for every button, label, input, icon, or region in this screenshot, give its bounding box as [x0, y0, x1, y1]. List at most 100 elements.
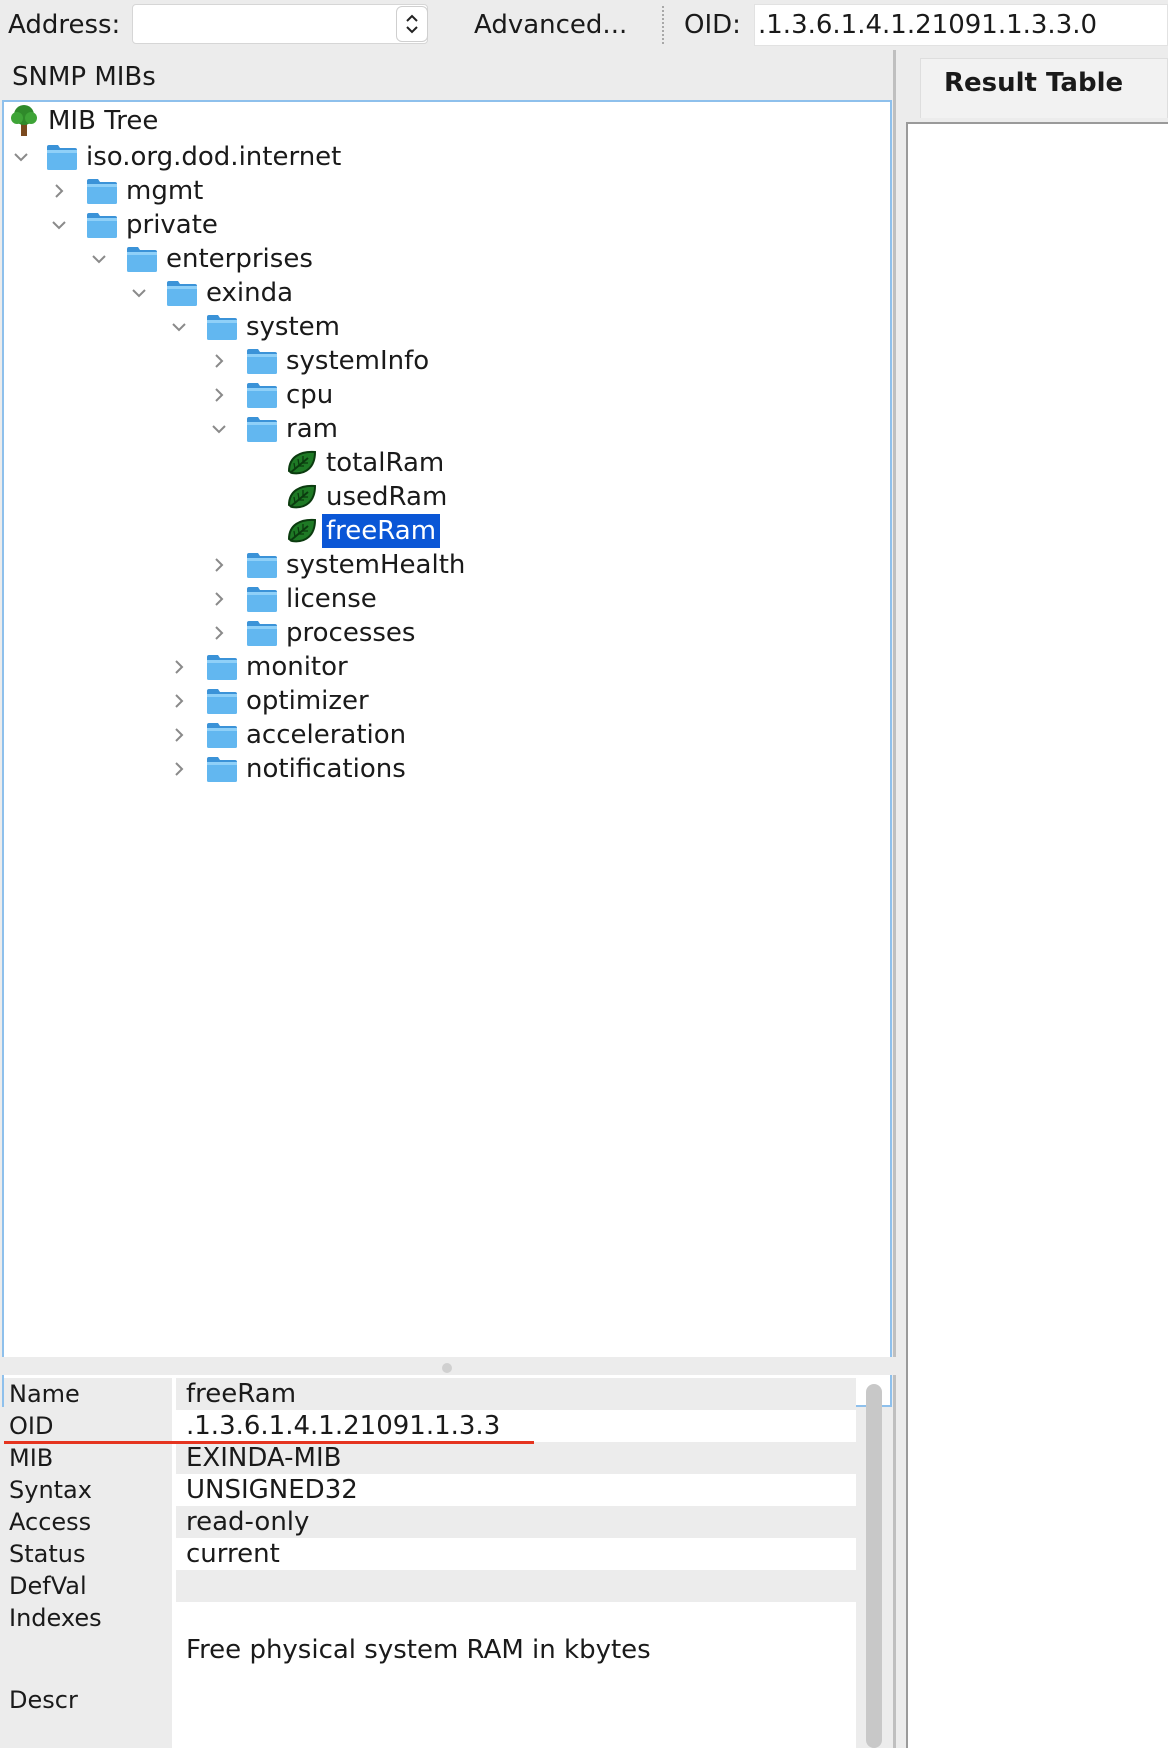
tree-node[interactable]: exinda: [166, 276, 293, 310]
tree-node[interactable]: enterprises: [126, 242, 313, 276]
chevron-right-icon[interactable]: [170, 726, 188, 744]
chevron-down-icon[interactable]: [12, 148, 30, 166]
tree-label: MIB Tree: [48, 106, 159, 136]
leaf-icon: [286, 483, 318, 511]
chevron-updown-icon: [406, 14, 418, 34]
oid-highlight-underline: [4, 1441, 534, 1444]
tree-leaf-selected[interactable]: freeRam: [286, 514, 441, 548]
properties-table: Name freeRam OID .1.3.6.1.4.1.21091.1.3.…: [4, 1378, 856, 1748]
chevron-down-icon[interactable]: [90, 250, 108, 268]
tree-label: systemHealth: [286, 550, 466, 580]
chevron-right-icon[interactable]: [210, 386, 228, 404]
property-value: .1.3.6.1.4.1.21091.1.3.3: [186, 1411, 501, 1441]
chevron-right-icon[interactable]: [170, 760, 188, 778]
property-row: Name freeRam: [4, 1378, 856, 1410]
tree-label: license: [286, 584, 377, 614]
chevron-right-icon[interactable]: [210, 556, 228, 574]
folder-icon: [246, 619, 278, 647]
toolbar-separator: [662, 6, 664, 44]
result-table-tab-label: Result Table: [944, 68, 1124, 98]
chevron-right-icon[interactable]: [170, 658, 188, 676]
property-value: read-only: [176, 1506, 856, 1538]
property-name: Syntax: [4, 1474, 174, 1506]
tree-node[interactable]: cpu: [246, 378, 333, 412]
tree-label: optimizer: [246, 686, 369, 716]
advanced-button[interactable]: Advanced...: [474, 8, 627, 42]
leaf-icon: [286, 517, 318, 545]
property-value: [176, 1570, 856, 1602]
tree-label: enterprises: [166, 244, 313, 274]
address-combobox[interactable]: [132, 4, 428, 44]
tree-node[interactable]: license: [246, 582, 377, 616]
tree-label: mgmt: [126, 176, 204, 206]
folder-icon: [246, 585, 278, 613]
tree-label: monitor: [246, 652, 348, 682]
chevron-right-icon[interactable]: [50, 182, 68, 200]
property-row: MIB EXINDA-MIB: [4, 1442, 856, 1474]
tree-label: totalRam: [326, 448, 445, 478]
property-value: Free physical system RAM in kbytes: [186, 1635, 651, 1665]
property-row: OID .1.3.6.1.4.1.21091.1.3.3: [4, 1410, 856, 1442]
folder-icon: [246, 347, 278, 375]
tree-leaf[interactable]: usedRam: [286, 480, 447, 514]
tree-label: exinda: [206, 278, 294, 308]
leaf-icon: [286, 449, 318, 477]
folder-icon: [206, 313, 238, 341]
tree-label: freeRam: [322, 514, 441, 548]
property-row: DefVal: [4, 1570, 856, 1602]
tree-node[interactable]: mgmt: [86, 174, 203, 208]
property-name: DefVal: [4, 1570, 174, 1602]
splitter-grip-icon: [442, 1363, 452, 1373]
folder-icon: [126, 245, 158, 273]
tree-label: systemInfo: [286, 346, 430, 376]
chevron-right-icon[interactable]: [210, 624, 228, 642]
chevron-right-icon[interactable]: [210, 352, 228, 370]
tree-node[interactable]: notifications: [206, 752, 406, 786]
tree-node[interactable]: ram: [246, 412, 338, 446]
oid-label: OID:: [684, 10, 741, 40]
folder-icon: [246, 551, 278, 579]
property-value: freeRam: [176, 1378, 856, 1410]
chevron-down-icon[interactable]: [130, 284, 148, 302]
chevron-right-icon[interactable]: [170, 692, 188, 710]
tree-label: usedRam: [326, 482, 448, 512]
tree-leaf[interactable]: totalRam: [286, 446, 444, 480]
pane-title: SNMP MIBs: [12, 62, 156, 92]
properties-scrollbar[interactable]: [866, 1384, 882, 1748]
tree-node[interactable]: monitor: [206, 650, 348, 684]
folder-icon: [206, 721, 238, 749]
tree-label: processes: [286, 618, 416, 648]
toolbar: Address: Advanced... OID: .1.3.6.1.4.1.2…: [0, 0, 1168, 50]
property-name: MIB: [4, 1442, 174, 1474]
tree-label: acceleration: [246, 720, 407, 750]
tree-root-mib-tree[interactable]: MIB Tree: [8, 104, 158, 138]
address-stepper[interactable]: [396, 6, 428, 42]
tree-label: notifications: [246, 754, 406, 784]
tree-node[interactable]: system: [206, 310, 340, 344]
property-value: UNSIGNED32: [186, 1475, 358, 1505]
mib-tree[interactable]: MIB Tree iso.org.dod.internet mgmt priva…: [2, 100, 892, 1407]
chevron-right-icon[interactable]: [210, 590, 228, 608]
tree-label: iso.org.dod.internet: [86, 142, 342, 172]
tree-node[interactable]: optimizer: [206, 684, 369, 718]
property-row: Syntax UNSIGNED32: [4, 1474, 856, 1506]
folder-icon: [206, 653, 238, 681]
tree-node[interactable]: acceleration: [206, 718, 406, 752]
property-name: Access: [4, 1506, 174, 1538]
address-label: Address:: [8, 10, 121, 40]
chevron-down-icon[interactable]: [210, 420, 228, 438]
tree-node[interactable]: iso.org.dod.internet: [46, 140, 341, 174]
tree-node[interactable]: processes: [246, 616, 415, 650]
property-name: Descr: [4, 1634, 174, 1748]
chevron-down-icon[interactable]: [50, 216, 68, 234]
property-row: Status current: [4, 1538, 856, 1570]
property-row: Access read-only: [4, 1506, 856, 1538]
tree-node[interactable]: private: [86, 208, 218, 242]
folder-icon: [246, 415, 278, 443]
chevron-down-icon[interactable]: [170, 318, 188, 336]
tree-node[interactable]: systemHealth: [246, 548, 465, 582]
tree-node[interactable]: systemInfo: [246, 344, 429, 378]
folder-icon: [206, 755, 238, 783]
property-name: Status: [4, 1538, 174, 1570]
pane-divider[interactable]: [893, 50, 896, 1748]
